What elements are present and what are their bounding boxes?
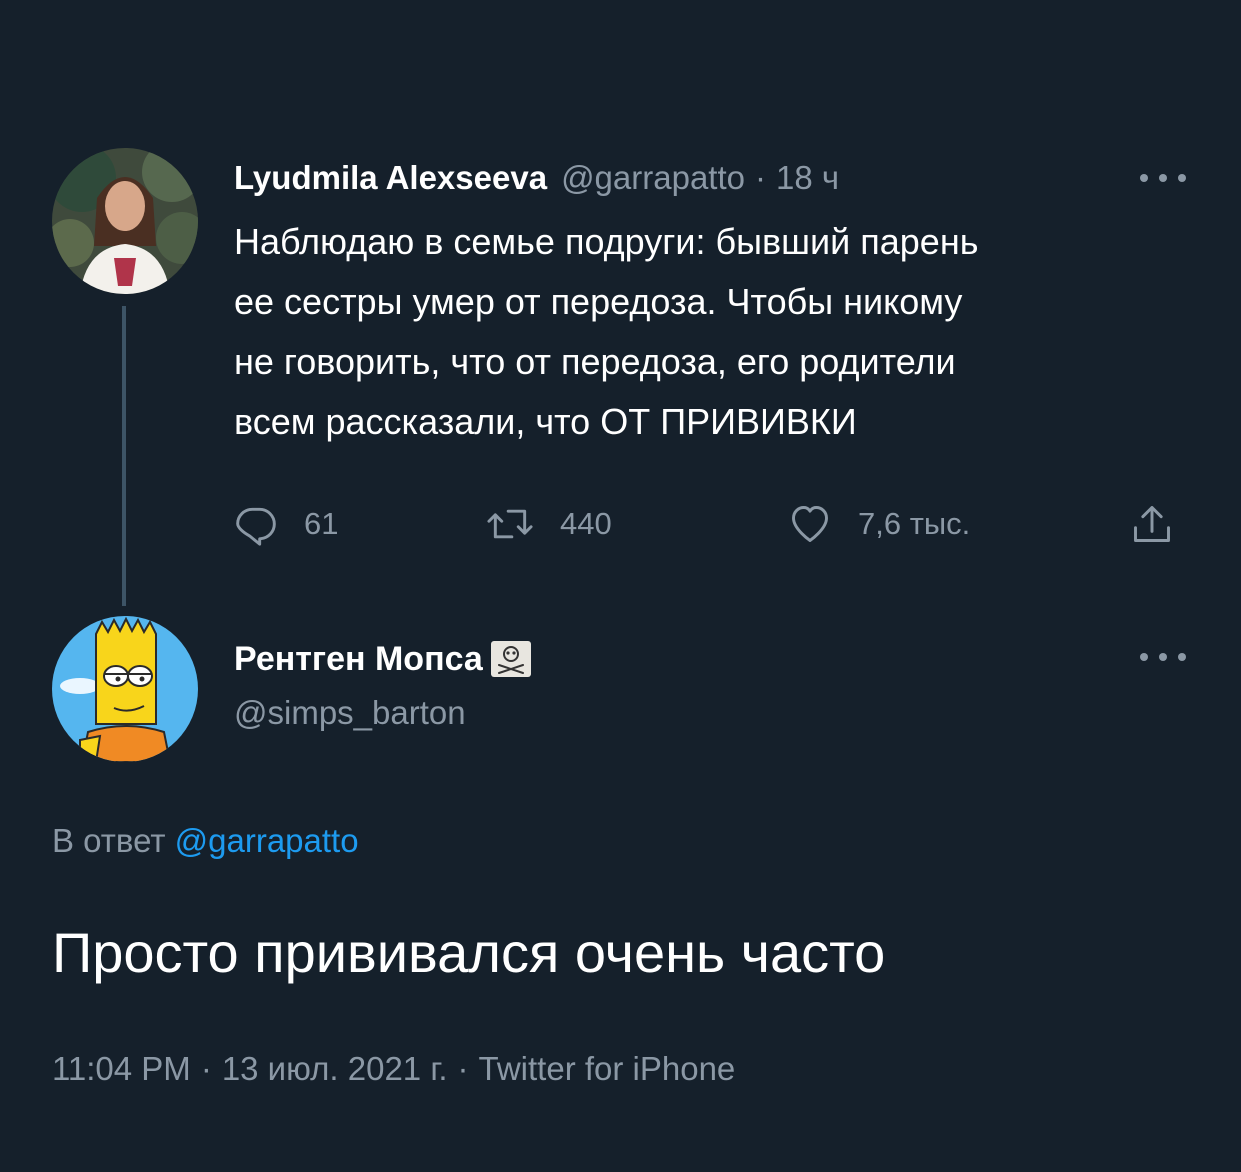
thread-connector-line	[122, 306, 126, 606]
skull-crossbones-icon	[490, 641, 531, 677]
reply-icon	[236, 507, 276, 546]
tweet2-date[interactable]: 13 июл. 2021 г.	[222, 1050, 448, 1087]
tweet1-author-name[interactable]: Lyudmila Alexseeva	[234, 159, 547, 197]
tweet1-action-bar: 61 440 7,6 тыс.	[234, 496, 1194, 552]
tweet2-time[interactable]: 11:04 PM	[52, 1050, 191, 1087]
tweet1-timestamp[interactable]: 18 ч	[776, 159, 839, 197]
tweet2-author-handle[interactable]: @simps_barton	[234, 694, 466, 732]
reply-to-handle-link[interactable]: @garrapatto	[175, 822, 359, 859]
tweet2-author-row: Рентген Мопса	[234, 634, 531, 684]
like-button[interactable]: 7,6 тыс.	[788, 496, 970, 552]
tweet2-text: Просто прививался очень часто	[52, 921, 886, 984]
tweet2-source[interactable]: Twitter for iPhone	[479, 1050, 736, 1087]
meta-separator: ·	[457, 1050, 469, 1087]
tweet1-separator: ·	[755, 159, 766, 196]
cartoon-avatar-icon	[52, 616, 198, 762]
tweet1-text-line: Наблюдаю в семье подруги: бывший парень	[234, 221, 979, 262]
tweet2-metadata: 11:04 PM · 13 июл. 2021 г. · Twitter for iPh…	[52, 1050, 735, 1088]
tweet2-avatar[interactable]	[52, 616, 198, 762]
retweet-count: 440	[560, 506, 612, 541]
reply-to-prefix: В ответ	[52, 822, 166, 859]
tweet1-avatar[interactable]	[52, 148, 198, 294]
tweet1-header: Lyudmila Alexseeva @garrapatto · 18 ч	[234, 156, 839, 200]
reply-context: В ответ @garrapatto	[52, 822, 359, 860]
tweet1-text: Наблюдаю в семье подруги: бывший парень …	[234, 212, 1194, 452]
user-avatar-photo-icon	[52, 148, 198, 294]
reply-button[interactable]: 61	[234, 496, 338, 552]
heart-icon	[792, 506, 828, 542]
retweet-icon	[487, 509, 533, 539]
tweet2-author-name[interactable]: Рентген Мопса	[234, 640, 483, 679]
tweet2-more-icon[interactable]	[1140, 647, 1186, 667]
like-count: 7,6 тыс.	[858, 506, 971, 541]
share-button[interactable]	[1130, 496, 1200, 552]
meta-separator: ·	[200, 1050, 212, 1087]
retweet-button[interactable]: 440	[486, 496, 612, 552]
tweet1-text-line: всем рассказали, что ОТ ПРИВИВКИ	[234, 401, 857, 442]
tweet1-text-line: ее сестры умер от передоза. Чтобы никому	[234, 281, 963, 322]
tweet1-text-line: не говорить, что от передоза, его родите…	[234, 341, 956, 382]
tweet1-more-icon[interactable]	[1140, 168, 1186, 188]
tweet1-author-handle[interactable]: @garrapatto	[561, 159, 745, 197]
share-icon	[1134, 506, 1170, 542]
reply-count: 61	[304, 506, 339, 541]
